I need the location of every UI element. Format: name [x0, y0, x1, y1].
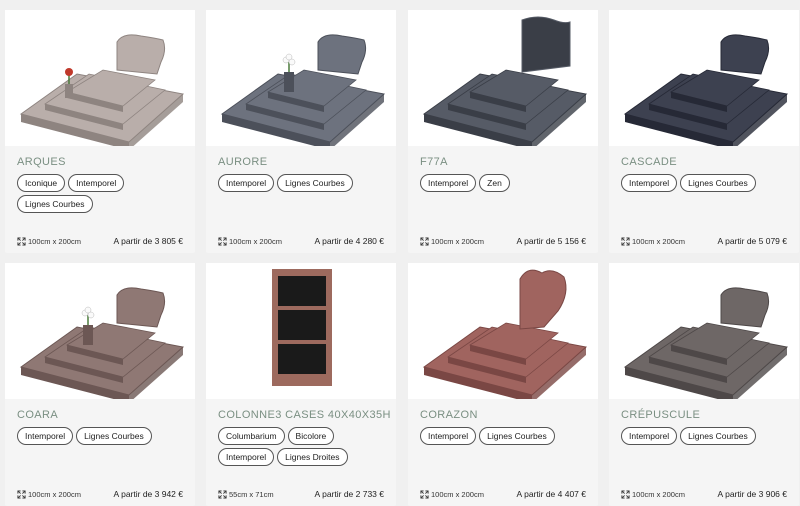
product-image[interactable] [408, 10, 598, 146]
tag-chip[interactable]: Iconique [17, 174, 66, 192]
product-image[interactable] [206, 263, 396, 399]
product-title[interactable]: AURORE [218, 156, 267, 168]
dimensions-text: 55cm x 71cm [229, 489, 274, 499]
price: A partir de 3 906 € [717, 489, 787, 499]
expand-icon [218, 236, 229, 246]
tag-chip[interactable]: Lignes Courbes [76, 427, 152, 445]
tag-chip[interactable]: Intemporel [218, 174, 275, 192]
product-footer: 100cm x 200cm A partir de 5 156 € [420, 235, 586, 247]
product-card[interactable]: F77A Intemporel Zen 100cm x 200cm A partir d… [408, 10, 598, 253]
product-title[interactable]: CRÉPUSCULE [621, 409, 700, 421]
tag-chip[interactable]: Bicolore [287, 427, 335, 445]
product-footer: 100cm x 200cm A partir de 3 805 € [17, 235, 183, 247]
product-title[interactable]: CASCADE [621, 156, 677, 168]
product-card[interactable]: COARA Intemporel Lignes Courbes 100cm x 200… [5, 263, 195, 506]
dimensions: 100cm x 200cm [420, 490, 484, 499]
product-tags: Intemporel Lignes Courbes [420, 427, 592, 445]
expand-icon [218, 489, 229, 499]
product-footer: 100cm x 200cm A partir de 3 942 € [17, 488, 183, 500]
dimensions: 100cm x 200cm [420, 237, 484, 246]
product-card[interactable]: AURORE Intemporel Lignes Courbes 100cm x 20… [206, 10, 396, 253]
tag-chip[interactable]: Intemporel [218, 448, 275, 466]
product-card[interactable]: ARQUES Iconique Intemporel Lignes Courbes 10… [5, 10, 195, 253]
dimensions: 100cm x 200cm [218, 237, 282, 246]
price: A partir de 4 407 € [516, 489, 586, 499]
dimensions-text: 100cm x 200cm [632, 489, 685, 499]
expand-icon [621, 489, 632, 499]
product-title[interactable]: COLONNE3 CASES 40X40X35H [218, 409, 391, 421]
dimensions: 55cm x 71cm [218, 490, 274, 499]
price: A partir de 3 805 € [113, 236, 183, 246]
product-card[interactable]: CORAZON Intemporel Lignes Courbes 100cm x 2… [408, 263, 598, 506]
product-footer: 100cm x 200cm A partir de 4 407 € [420, 488, 586, 500]
price: A partir de 5 156 € [516, 236, 586, 246]
product-image[interactable] [609, 263, 799, 399]
dimensions: 100cm x 200cm [17, 237, 81, 246]
product-footer: 55cm x 71cm A partir de 2 733 € [218, 488, 384, 500]
product-card[interactable]: CRÉPUSCULE Intemporel Lignes Courbes 100cm … [609, 263, 799, 506]
tag-chip[interactable]: Lignes Courbes [479, 427, 555, 445]
tag-chip[interactable]: Lignes Courbes [680, 427, 756, 445]
product-title[interactable]: F77A [420, 156, 448, 168]
product-tags: Intemporel Lignes Courbes [218, 174, 390, 192]
product-card[interactable]: COLONNE3 CASES 40X40X35H Columbarium Bicol… [206, 263, 396, 506]
dimensions-text: 100cm x 200cm [632, 236, 685, 246]
price: A partir de 5 079 € [717, 236, 787, 246]
dimensions: 100cm x 200cm [621, 490, 685, 499]
product-footer: 100cm x 200cm A partir de 5 079 € [621, 235, 787, 247]
product-tags: Columbarium Bicolore Intemporel Lignes Droi… [218, 427, 390, 466]
tag-chip[interactable]: Intemporel [621, 174, 678, 192]
dimensions-text: 100cm x 200cm [431, 489, 484, 499]
tag-chip[interactable]: Lignes Courbes [17, 195, 93, 213]
product-tags: Intemporel Zen [420, 174, 592, 192]
tag-chip[interactable]: Zen [479, 174, 510, 192]
product-image[interactable] [408, 263, 598, 399]
product-title[interactable]: COARA [17, 409, 58, 421]
product-card[interactable]: CASCADE Intemporel Lignes Courbes 100cm x 2… [609, 10, 799, 253]
product-grid: ARQUES Iconique Intemporel Lignes Courbes 10… [0, 0, 800, 506]
dimensions-text: 100cm x 200cm [229, 236, 282, 246]
dimensions: 100cm x 200cm [17, 490, 81, 499]
product-tags: Iconique Intemporel Lignes Courbes [17, 174, 189, 213]
dimensions-text: 100cm x 200cm [28, 489, 81, 499]
expand-icon [17, 236, 28, 246]
product-tags: Intemporel Lignes Courbes [621, 427, 793, 445]
tag-chip[interactable]: Intemporel [420, 174, 477, 192]
product-footer: 100cm x 200cm A partir de 3 906 € [621, 488, 787, 500]
dimensions-text: 100cm x 200cm [431, 236, 484, 246]
product-image[interactable] [206, 10, 396, 146]
expand-icon [420, 236, 431, 246]
product-tags: Intemporel Lignes Courbes [17, 427, 189, 445]
price: A partir de 2 733 € [314, 489, 384, 499]
expand-icon [420, 489, 431, 499]
product-title[interactable]: CORAZON [420, 409, 478, 421]
dimensions-text: 100cm x 200cm [28, 236, 81, 246]
product-image[interactable] [609, 10, 799, 146]
tag-chip[interactable]: Intemporel [621, 427, 678, 445]
product-tags: Intemporel Lignes Courbes [621, 174, 793, 192]
price: A partir de 4 280 € [314, 236, 384, 246]
tag-chip[interactable]: Lignes Courbes [277, 174, 353, 192]
expand-icon [17, 489, 28, 499]
tag-chip[interactable]: Intemporel [68, 174, 125, 192]
product-title[interactable]: ARQUES [17, 156, 66, 168]
price: A partir de 3 942 € [113, 489, 183, 499]
product-footer: 100cm x 200cm A partir de 4 280 € [218, 235, 384, 247]
tag-chip[interactable]: Columbarium [218, 427, 285, 445]
tag-chip[interactable]: Lignes Droites [277, 448, 348, 466]
tag-chip[interactable]: Intemporel [420, 427, 477, 445]
expand-icon [621, 236, 632, 246]
product-image[interactable] [5, 263, 195, 399]
tag-chip[interactable]: Lignes Courbes [680, 174, 756, 192]
tag-chip[interactable]: Intemporel [17, 427, 74, 445]
dimensions: 100cm x 200cm [621, 237, 685, 246]
product-image[interactable] [5, 10, 195, 146]
